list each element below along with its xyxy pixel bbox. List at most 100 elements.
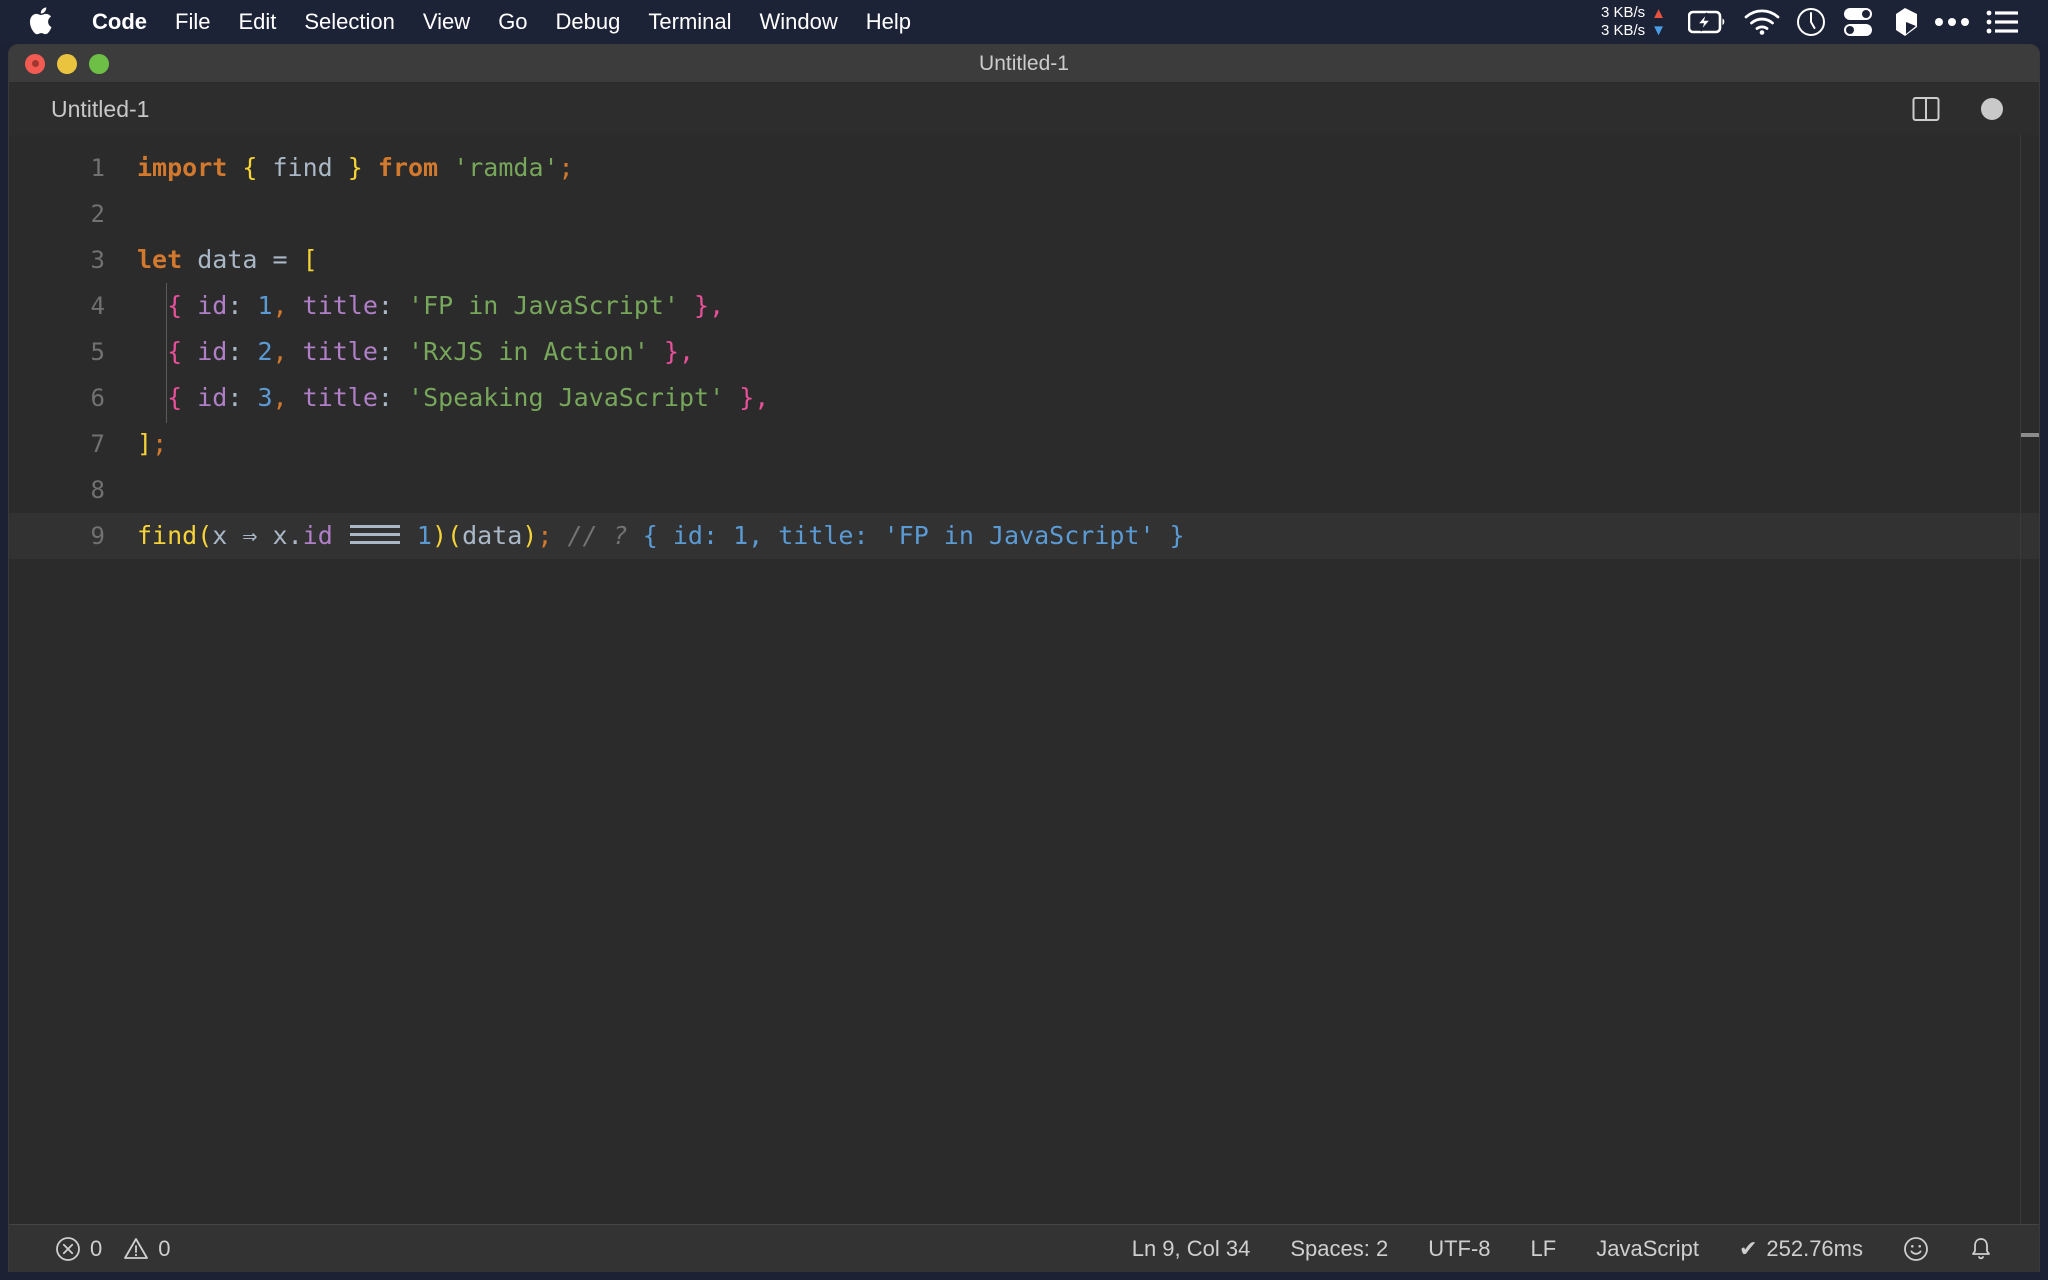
error-count: 0 — [90, 1235, 103, 1261]
line-number: 7 — [90, 430, 105, 458]
code-line[interactable]: 8 — [9, 467, 2039, 513]
ellipsis-icon[interactable] — [1934, 16, 1970, 28]
macos-menubar: Code File Edit Selection View Go Debug T… — [0, 0, 2048, 44]
close-button[interactable] — [25, 53, 45, 74]
feedback-smiley-button[interactable] — [1883, 1225, 1949, 1273]
apple-logo-icon[interactable] — [28, 6, 54, 39]
line-8-text[interactable] — [127, 467, 2039, 513]
object-brace-close: } — [663, 337, 679, 366]
line-2-text[interactable] — [127, 191, 2039, 237]
line-ending-status[interactable]: LF — [1511, 1225, 1577, 1273]
unsaved-changes-dot[interactable] — [1981, 98, 2003, 120]
arrow-function-ligature: ⇒ — [242, 521, 258, 550]
bracket-open: [ — [302, 245, 318, 274]
battery-charging-icon[interactable] — [1688, 9, 1728, 35]
paren-open: ( — [197, 521, 213, 550]
comma: , — [709, 291, 725, 320]
warning-count: 0 — [158, 1235, 171, 1261]
code-line[interactable]: 6 { id: 3, title: 'Speaking JavaScript' … — [9, 375, 2039, 421]
menu-item-window[interactable]: Window — [746, 0, 852, 44]
run-time-value: 252.76ms — [1766, 1235, 1863, 1261]
code-line[interactable]: 1 import { find } from 'ramda'; — [9, 145, 2039, 191]
line-9-text[interactable]: find(x ⇒ x.id 1)(data); // ? { id: 1, ti… — [127, 513, 2039, 559]
comma: , — [272, 291, 288, 320]
encoding-status[interactable]: UTF-8 — [1408, 1225, 1510, 1273]
tab-untitled-1[interactable]: Untitled-1 — [51, 96, 149, 123]
function-find: find — [137, 521, 198, 550]
code-line[interactable]: 4 { id: 1, title: 'FP in JavaScript' }, — [9, 283, 2039, 329]
maximize-button[interactable] — [89, 53, 109, 74]
menu-item-view[interactable]: View — [409, 0, 484, 44]
line-4-text[interactable]: { id: 1, title: 'FP in JavaScript' }, — [127, 283, 2039, 329]
code-line[interactable]: 5 { id: 2, title: 'RxJS in Action' }, — [9, 329, 2039, 375]
status-bar-left: 0 0 — [9, 1225, 191, 1273]
menu-item-help[interactable]: Help — [852, 0, 925, 44]
minimize-button[interactable] — [57, 53, 77, 74]
menu-item-terminal[interactable]: Terminal — [634, 0, 745, 44]
shape-icon[interactable] — [1892, 7, 1918, 37]
param-x: x — [212, 521, 228, 550]
code-line[interactable]: 7 ]; — [9, 421, 2039, 467]
bracket-close: ] — [137, 429, 153, 458]
problems-status[interactable]: 0 0 — [35, 1225, 191, 1273]
split-editor-icon[interactable] — [1911, 94, 1941, 124]
menu-item-selection[interactable]: Selection — [290, 0, 409, 44]
property-title: title — [302, 337, 378, 366]
indentation-status[interactable]: Spaces: 2 — [1270, 1225, 1408, 1273]
code-line[interactable]: 2 — [9, 191, 2039, 237]
line-number: 2 — [90, 200, 105, 228]
line-5-text[interactable]: { id: 2, title: 'RxJS in Action' }, — [127, 329, 2039, 375]
comma: , — [754, 383, 770, 412]
wifi-icon[interactable] — [1744, 9, 1780, 35]
number-1: 1 — [416, 521, 432, 550]
paren-close: ) — [431, 521, 448, 550]
menu-item-go[interactable]: Go — [484, 0, 541, 44]
string-title-value: 'FP in JavaScript' — [408, 291, 679, 320]
status-bar: 0 0 Ln 9, Col 34 Spaces: 2 UTF-8 LF Java… — [9, 1224, 2039, 1272]
line-6-text[interactable]: { id: 3, title: 'Speaking JavaScript' }, — [127, 375, 2039, 421]
menu-item-file[interactable]: File — [161, 0, 224, 44]
smiley-icon — [1903, 1236, 1929, 1262]
code-content[interactable]: 1 import { find } from 'ramda'; 2 3 let … — [9, 135, 2039, 559]
code-editor[interactable]: 1 import { find } from 'ramda'; 2 3 let … — [9, 135, 2039, 1225]
dot-operator: . — [287, 521, 303, 550]
colon: : — [377, 383, 393, 412]
list-menu-icon[interactable] — [1986, 9, 2018, 35]
object-brace-close: } — [739, 383, 755, 412]
code-line-current[interactable]: 9 find(x ⇒ x.id 1)(data); // ? { id: 1, … — [9, 513, 2039, 559]
menu-item-debug[interactable]: Debug — [542, 0, 635, 44]
line-7-text[interactable]: ]; — [127, 421, 2039, 467]
clock-icon[interactable] — [1796, 7, 1826, 37]
line-1-text[interactable]: import { find } from 'ramda'; — [127, 145, 2039, 191]
semicolon: ; — [537, 521, 553, 550]
quokka-runtime-status[interactable]: ✔ 252.76ms — [1719, 1225, 1883, 1273]
toggles-icon[interactable] — [1842, 7, 1876, 37]
window-title: Untitled-1 — [979, 51, 1069, 75]
colon: : — [377, 337, 393, 366]
property-id: id — [197, 291, 228, 320]
property-id: id — [197, 383, 228, 412]
object-brace-open: { — [167, 291, 183, 320]
menu-item-edit[interactable]: Edit — [224, 0, 290, 44]
brace-close: } — [347, 153, 363, 182]
paren-close-2: ) — [522, 521, 538, 550]
colon: : — [227, 337, 243, 366]
semicolon: ; — [152, 429, 168, 458]
keyword-from: from — [377, 153, 439, 182]
notifications-bell-button[interactable] — [1949, 1225, 2013, 1273]
identifier-find: find — [272, 153, 333, 182]
code-line[interactable]: 3 let data = [ — [9, 237, 2039, 283]
line-number: 1 — [90, 154, 105, 182]
language-mode-status[interactable]: JavaScript — [1576, 1225, 1719, 1273]
vertical-scrollbar[interactable] — [2021, 135, 2039, 1225]
colon: : — [227, 383, 243, 412]
identifier-data: data — [197, 245, 258, 274]
number-value: 1 — [257, 291, 273, 320]
argument-data: data — [462, 521, 523, 550]
object-x: x — [272, 521, 288, 550]
property-id-access: id — [302, 521, 333, 550]
network-speed-indicator[interactable]: 3 KB/s 3 KB/s ▲ ▼ — [1601, 4, 1666, 40]
line-3-text[interactable]: let data = [ — [127, 237, 2039, 283]
menu-item-code[interactable]: Code — [78, 0, 161, 44]
cursor-position-status[interactable]: Ln 9, Col 34 — [1112, 1225, 1271, 1273]
